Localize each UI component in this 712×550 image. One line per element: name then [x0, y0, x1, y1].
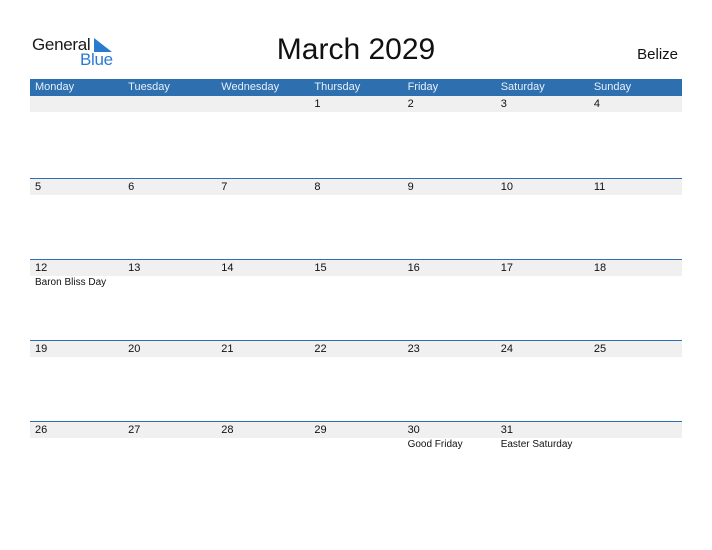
- day-number: 24: [500, 343, 513, 355]
- day-number: 7: [221, 181, 228, 193]
- country-label: Belize: [637, 46, 678, 63]
- holiday-label: [309, 276, 402, 289]
- week-row: 19 20 21 22 23 24 25: [30, 340, 682, 421]
- weekday-thursday: Thursday: [314, 81, 361, 93]
- day-number: 22: [314, 343, 327, 355]
- events-row: Good Friday Easter Saturday: [30, 438, 682, 451]
- weekday-sunday: Sunday: [593, 81, 632, 93]
- holiday-label: [403, 276, 496, 289]
- day-number: 5: [35, 181, 42, 193]
- day-number: 25: [593, 343, 607, 355]
- holiday-label: [123, 276, 216, 289]
- day-number: 1: [314, 98, 321, 110]
- day-number: 20: [128, 343, 141, 355]
- holiday-label: Easter Saturday: [500, 439, 573, 450]
- holiday-label: Baron Bliss Day: [35, 277, 107, 288]
- day-number: 23: [407, 343, 420, 355]
- day-number: 13: [128, 262, 141, 274]
- day-number-bar: 1 2 3 4: [30, 96, 682, 112]
- holiday-label: [309, 438, 402, 451]
- day-number: 17: [500, 262, 513, 274]
- events-row: Baron Bliss Day: [30, 276, 682, 289]
- day-number: 30: [407, 424, 420, 436]
- holiday-label: Good Friday: [407, 439, 463, 450]
- day-number: 27: [128, 424, 141, 436]
- holiday-label: [589, 276, 682, 289]
- day-number: [30, 96, 123, 112]
- day-number: 8: [314, 181, 321, 193]
- weekday-header: Monday Tuesday Wednesday Thursday Friday…: [30, 79, 682, 96]
- day-number-bar: 12 13 14 15 16 17 18: [30, 260, 682, 276]
- week-row: 5 6 7 8 9 10 11: [30, 178, 682, 259]
- calendar-title: March 2029: [276, 33, 436, 66]
- day-number: 10: [500, 181, 513, 193]
- weekday-saturday: Saturday: [500, 81, 545, 93]
- day-number: 31: [500, 424, 513, 436]
- day-number: 28: [221, 424, 234, 436]
- day-number: 16: [407, 262, 420, 274]
- weekday-wednesday: Wednesday: [221, 81, 280, 93]
- weekday-tuesday: Tuesday: [128, 81, 170, 93]
- holiday-label: [123, 438, 216, 451]
- day-number-bar: 19 20 21 22 23 24 25: [30, 341, 682, 357]
- holiday-label: [589, 438, 682, 451]
- day-number: [123, 96, 216, 112]
- weekday-monday: Monday: [35, 81, 75, 93]
- day-number: 14: [221, 262, 234, 274]
- day-number: 3: [500, 98, 507, 110]
- day-number: 15: [314, 262, 327, 274]
- day-number: 6: [128, 181, 135, 193]
- day-number: 11: [593, 181, 606, 193]
- day-number: [589, 422, 682, 438]
- calendar-grid: Monday Tuesday Wednesday Thursday Friday…: [30, 79, 682, 502]
- day-number: 19: [35, 343, 48, 355]
- holiday-label: [496, 276, 589, 289]
- holiday-label: [216, 438, 309, 451]
- week-row: 12 13 14 15 16 17 18 Baron Bliss Day: [30, 259, 682, 340]
- day-number: 9: [407, 181, 414, 193]
- day-number: 18: [593, 262, 607, 274]
- day-number: 2: [407, 98, 414, 110]
- week-row: 26 27 28 29 30 31 Good Friday Easter Saturday: [30, 421, 682, 502]
- day-number: 29: [314, 424, 327, 436]
- day-number: 12: [35, 262, 48, 274]
- holiday-label: [30, 438, 123, 451]
- week-row: 1 2 3 4: [30, 96, 682, 178]
- day-number: 4: [593, 98, 600, 110]
- holiday-label: [216, 276, 309, 289]
- day-number-bar: 26 27 28 29 30 31: [30, 422, 682, 438]
- day-number-bar: 5 6 7 8 9 10 11: [30, 179, 682, 195]
- day-number: 26: [35, 424, 48, 436]
- day-number: [216, 96, 309, 112]
- day-number: 21: [221, 343, 234, 355]
- weekday-friday: Friday: [407, 81, 439, 93]
